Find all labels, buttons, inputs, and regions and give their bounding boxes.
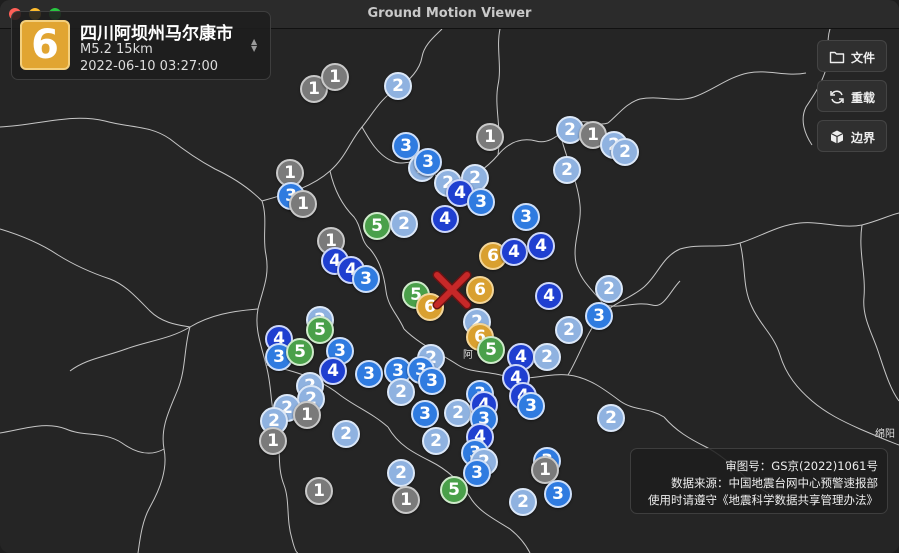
station-marker-intensity-3[interactable]: 3 (517, 392, 545, 420)
station-marker-intensity-3[interactable]: 3 (544, 480, 572, 508)
cube-icon (830, 130, 844, 144)
station-marker-intensity-4[interactable]: 4 (431, 205, 459, 233)
app-window: Ground Motion Viewer 阿 绵阳 1 1 2 1 2 1 2 … (0, 0, 899, 553)
station-marker-intensity-5[interactable]: 5 (440, 476, 468, 504)
file-button[interactable]: 文件 (817, 40, 887, 72)
folder-icon (829, 51, 845, 64)
event-selector-stepper[interactable]: ▲ ▼ (251, 38, 257, 53)
station-marker-intensity-1[interactable]: 1 (259, 427, 287, 455)
data-credit-panel: 审图号：GS京(2022)1061号 数据来源：中国地震台网中心预警速报部 使用… (630, 448, 888, 514)
epicenter-marker (432, 270, 472, 310)
data-source: 数据来源：中国地震台网中心预警速报部 (671, 476, 878, 490)
station-marker-intensity-2[interactable]: 2 (422, 427, 450, 455)
station-marker-intensity-3[interactable]: 3 (467, 188, 495, 216)
event-info-panel: 6 四川阿坝州马尔康市 M5.2 15km 2022-06-10 03:27:0… (11, 11, 271, 80)
usage-notice: 使用时请遵守《地震科学数据共享管理办法》 (648, 493, 878, 507)
station-marker-intensity-2[interactable]: 2 (390, 210, 418, 238)
station-marker-intensity-2[interactable]: 2 (444, 399, 472, 427)
station-marker-intensity-3[interactable]: 3 (463, 459, 491, 487)
station-marker-intensity-2[interactable]: 2 (597, 404, 625, 432)
station-marker-intensity-3[interactable]: 3 (585, 302, 613, 330)
chevron-down-icon[interactable]: ▼ (251, 45, 257, 53)
station-marker-intensity-2[interactable]: 2 (384, 72, 412, 100)
station-marker-intensity-5[interactable]: 5 (477, 336, 505, 364)
station-marker-intensity-5[interactable]: 5 (286, 338, 314, 366)
station-marker-intensity-1[interactable]: 1 (321, 63, 349, 91)
refresh-icon (830, 90, 844, 104)
event-magnitude-depth: M5.2 15km (80, 42, 153, 57)
station-marker-intensity-4[interactable]: 4 (535, 282, 563, 310)
station-marker-intensity-2[interactable]: 2 (533, 343, 561, 371)
reload-button[interactable]: 重载 (817, 80, 887, 112)
station-marker-intensity-1[interactable]: 1 (392, 486, 420, 514)
station-marker-intensity-1[interactable]: 1 (476, 123, 504, 151)
station-marker-intensity-1[interactable]: 1 (305, 477, 333, 505)
station-marker-intensity-5[interactable]: 5 (363, 212, 391, 240)
station-marker-intensity-2[interactable]: 2 (555, 316, 583, 344)
station-marker-intensity-3[interactable]: 3 (352, 265, 380, 293)
station-marker-intensity-3[interactable]: 3 (418, 367, 446, 395)
station-marker-intensity-2[interactable]: 2 (611, 138, 639, 166)
station-marker-intensity-3[interactable]: 3 (355, 360, 383, 388)
station-marker-intensity-1[interactable]: 1 (293, 401, 321, 429)
boundary-button[interactable]: 边界 (817, 120, 887, 152)
intensity-badge: 6 (20, 20, 70, 70)
station-marker-intensity-3[interactable]: 3 (512, 203, 540, 231)
reload-button-label: 重载 (851, 91, 876, 105)
station-marker-intensity-3[interactable]: 3 (411, 400, 439, 428)
map-approval-number: 审图号：GS京(2022)1061号 (725, 459, 878, 473)
station-marker-intensity-2[interactable]: 2 (553, 156, 581, 184)
station-marker-intensity-4[interactable]: 4 (527, 232, 555, 260)
map-place-label-mianyang: 绵阳 (875, 429, 895, 440)
station-marker-intensity-1[interactable]: 1 (289, 190, 317, 218)
station-marker-intensity-2[interactable]: 2 (332, 420, 360, 448)
station-marker-intensity-2[interactable]: 2 (595, 275, 623, 303)
event-time: 2022-06-10 03:27:00 (80, 59, 219, 74)
file-button-label: 文件 (851, 51, 876, 65)
event-location: 四川阿坝州马尔康市 (80, 24, 233, 44)
boundary-button-label: 边界 (851, 131, 876, 145)
station-marker-intensity-2[interactable]: 2 (509, 488, 537, 516)
station-marker-intensity-4[interactable]: 4 (500, 238, 528, 266)
station-marker-intensity-2[interactable]: 2 (387, 378, 415, 406)
station-marker-intensity-2[interactable]: 2 (387, 459, 415, 487)
